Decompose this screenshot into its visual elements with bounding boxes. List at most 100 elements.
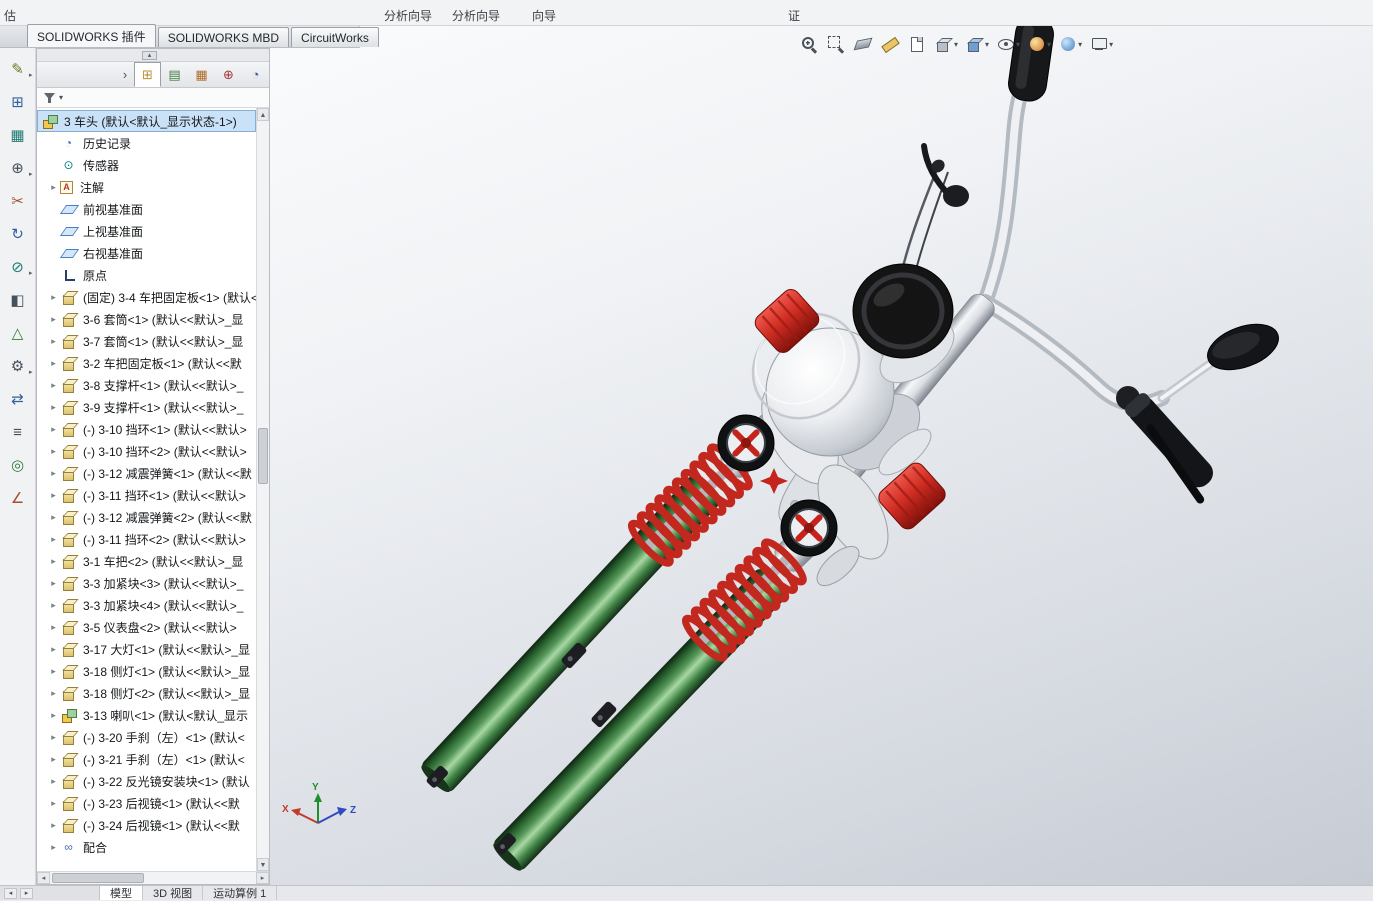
model-handlebar[interactable] [985,92,1230,404]
ribbon-button-label[interactable]: 分析向导 [452,7,500,24]
dimxpertmanager-tab-icon[interactable]: ⊕ [215,62,242,87]
apply-scene-icon[interactable]: ▾ [1059,35,1082,53]
trim-scissors-icon[interactable]: ✂ [4,190,32,212]
expand-arrow-icon[interactable]: ▸ [47,490,60,501]
display-style-icon[interactable]: ▾ [966,35,989,53]
tree-item[interactable]: ▸ (-) 3-20 手刹（左）<1> (默认< [37,726,256,748]
grid-table-icon[interactable]: ⊞ [4,91,32,113]
filter-caret-icon[interactable]: ▾ [59,93,63,102]
section-view-icon[interactable] [854,35,873,53]
tree-item[interactable]: ▸ 3-1 车把<2> (默认<<默认>_显 [37,550,256,572]
measure-icon[interactable] [881,35,900,53]
expand-arrow-icon[interactable]: ▸ [47,776,60,787]
tree-item[interactable]: ▸ (-) 3-12 减震弹簧<1> (默认<<默 [37,462,256,484]
tree-item[interactable]: ▸ (-) 3-22 反光镜安装块<1> (默认 [37,770,256,792]
expand-arrow-icon[interactable]: ▸ [47,798,60,809]
tree-item[interactable]: ▸ 3-3 加紧块<4> (默认<<默认>_ [37,594,256,616]
tree-item[interactable]: ▸ (固定) 3-4 车把固定板<1> (默认< [37,286,256,308]
settings-gear-icon[interactable]: ⚙ ▸ [4,355,32,377]
expand-arrow-icon[interactable]: ▸ [47,534,60,545]
edit-appearance-icon[interactable]: ▾ [1028,35,1051,53]
displaymanager-tab-icon[interactable]: ◔ [242,62,269,87]
expand-arrow-icon[interactable]: ▸ [47,380,60,391]
tree-item[interactable]: ◔ 历史记录 [37,132,256,154]
half-shade-icon[interactable]: ◧ [4,289,32,311]
zoom-area-icon[interactable] [827,35,846,53]
tree-item[interactable]: ▸ 3-5 仪表盘<2> (默认<<默认> [37,616,256,638]
swap-arrows-icon[interactable]: ⇄ [4,388,32,410]
expand-arrow-icon[interactable]: ▸ [47,666,60,677]
dropdown-caret-icon[interactable]: ▾ [1109,40,1113,49]
ribbon-tab[interactable]: SOLIDWORKS 插件 [27,24,156,47]
list-lines-icon[interactable]: ≡ [4,421,32,443]
doc-mode-tab[interactable]: 模型 [100,886,143,900]
filter-funnel-icon[interactable] [43,92,56,104]
propertymanager-tab-icon[interactable]: ▤ [161,62,188,87]
expand-arrow-icon[interactable]: ▸ [47,754,60,765]
view-orientation-icon[interactable]: ▾ [935,35,958,53]
view-settings-icon[interactable]: ▾ [1090,35,1113,53]
tree-item[interactable]: ▸ (-) 3-21 手刹（左）<1> (默认< [37,748,256,770]
tree-item[interactable]: ▸ 3-18 侧灯<1> (默认<<默认>_显 [37,660,256,682]
dropdown-caret-icon[interactable]: ▾ [1078,40,1082,49]
tree-item[interactable]: ▸ (-) 3-10 挡环<2> (默认<<默认> [37,440,256,462]
ribbon-collapse-button[interactable] [142,51,157,60]
featuremanager-tab-icon[interactable]: ⊞ [134,62,161,87]
tree-item[interactable]: ▸ (-) 3-10 挡环<1> (默认<<默认> [37,418,256,440]
tree-item[interactable]: ▸ (-) 3-12 减震弹簧<2> (默认<<默 [37,506,256,528]
expand-arrow-icon[interactable]: ▸ [47,578,60,589]
dropdown-caret-icon[interactable]: ▾ [1047,40,1051,49]
tree-item[interactable]: ▸ 3-7 套筒<1> (默认<<默认>_显 [37,330,256,352]
configurationmanager-tab-icon[interactable]: ▦ [188,62,215,87]
expand-arrow-icon[interactable]: ▸ [47,402,60,413]
expand-arrow-icon[interactable]: ▸ [47,424,60,435]
ribbon-button-label[interactable]: 向导 [532,7,556,24]
expand-arrow-icon[interactable]: ▸ [47,600,60,611]
expand-arrow-icon[interactable]: ▸ [47,336,60,347]
tree-item[interactable]: ▸ 3-6 套筒<1> (默认<<默认>_显 [37,308,256,330]
expand-arrow-icon[interactable]: ▸ [47,182,60,193]
dropdown-caret-icon[interactable]: ▾ [985,40,989,49]
flyout-caret-icon[interactable]: ▸ [29,71,33,79]
zoom-fit-icon[interactable] [800,35,819,53]
expand-arrow-icon[interactable]: ▸ [47,710,60,721]
ribbon-button-label[interactable]: 估 [4,7,16,24]
model-right-mirror[interactable] [1201,316,1284,379]
tree-item[interactable]: ▸ (-) 3-23 后视镜<1> (默认<<默 [37,792,256,814]
tree-item[interactable]: ▸ 3-17 大灯<1> (默认<<默认>_显 [37,638,256,660]
panel-expand-chevron[interactable]: › [116,62,134,87]
tree-item[interactable]: ▸ 3-9 支撑杆<1> (默认<<默认>_ [37,396,256,418]
hide-show-items-icon[interactable]: ▾ [997,35,1020,53]
tree-item[interactable]: ▸ ∞ 配合 [37,836,256,858]
expand-arrow-icon[interactable]: ▸ [47,644,60,655]
datum-target-icon[interactable]: ⊕ ▸ [4,157,32,179]
flyout-caret-icon[interactable]: ▸ [29,269,33,277]
tree-item[interactable]: ▸ 3-13 喇叭<1> (默认<默认_显示 [37,704,256,726]
expand-arrow-icon[interactable]: ▸ [47,622,60,633]
tree-item[interactable]: ▸ (-) 3-11 挡环<1> (默认<<默认> [37,484,256,506]
angle-dim-icon[interactable]: ∠ [4,487,32,509]
expand-arrow-icon[interactable]: ▸ [47,468,60,479]
pencil-tool-icon[interactable]: ✎ ▸ [4,58,32,80]
ribbon-tab[interactable]: SOLIDWORKS MBD [158,27,289,47]
tab-scroll-left-icon[interactable]: ◂ [4,888,17,899]
tree-item[interactable]: ▸ 3-3 加紧块<3> (默认<<默认>_ [37,572,256,594]
tree-item[interactable]: ▸ 3-8 支撑杆<1> (默认<<默认>_ [37,374,256,396]
scroll-left-icon[interactable] [37,872,50,884]
tree-item[interactable]: 3 车头 (默认<默认_显示状态-1>) [37,110,256,132]
dropdown-caret-icon[interactable]: ▾ [954,40,958,49]
tree-item[interactable]: 原点 [37,264,256,286]
tolerance-circle-icon[interactable]: ◎ [4,454,32,476]
tree-item[interactable]: ▸ (-) 3-24 后视镜<1> (默认<<默 [37,814,256,836]
expand-arrow-icon[interactable]: ▸ [47,688,60,699]
scroll-up-icon[interactable] [257,108,269,121]
scroll-right-icon[interactable] [256,872,269,884]
expand-arrow-icon[interactable]: ▸ [47,842,60,853]
doc-mode-tab[interactable]: 3D 视图 [143,886,203,900]
scrollbar-thumb[interactable] [258,428,268,484]
expand-arrow-icon[interactable]: ▸ [47,446,60,457]
doc-mode-tab[interactable]: 运动算例 1 [203,886,277,900]
tree-vertical-scrollbar[interactable] [256,108,269,871]
dropdown-caret-icon[interactable]: ▾ [1016,40,1020,49]
datum-triangle-icon[interactable]: △ [4,322,32,344]
